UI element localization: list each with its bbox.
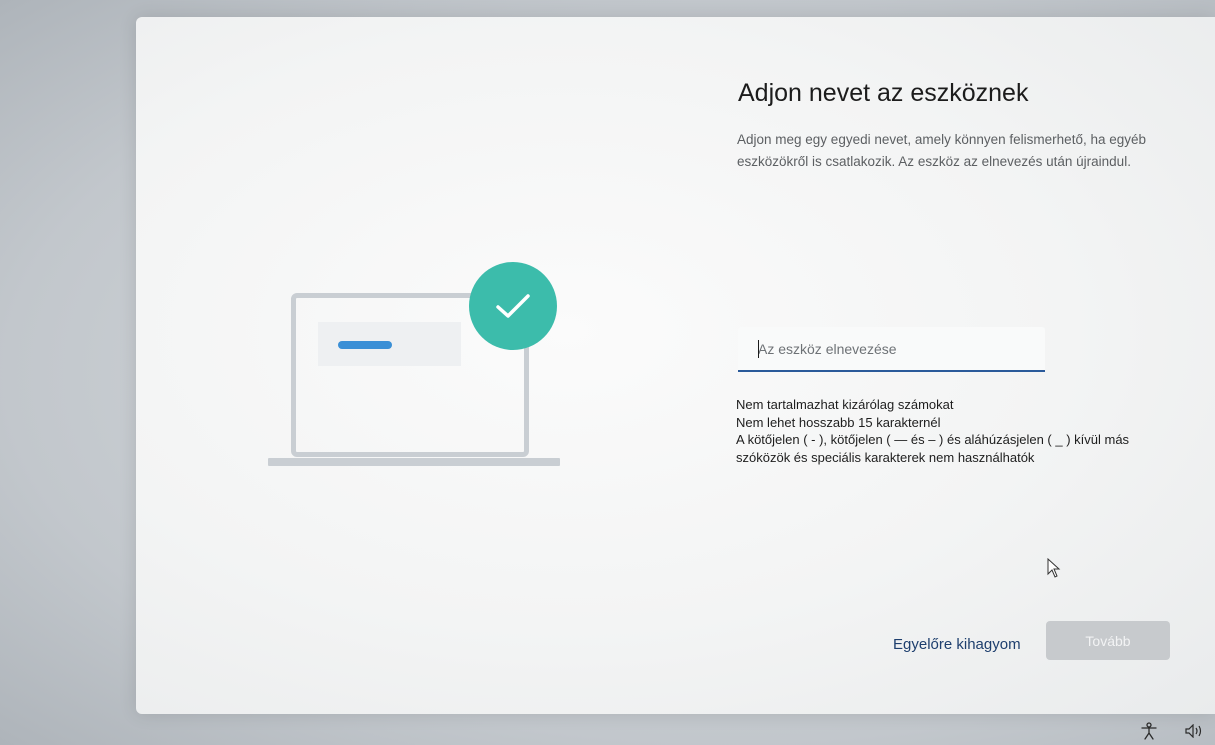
rule-item: A kötőjelen ( - ), kötőjelen ( — és – ) … bbox=[736, 432, 1130, 465]
mouse-pointer-icon bbox=[1047, 558, 1061, 578]
device-illustration bbox=[268, 262, 562, 472]
volume-icon[interactable] bbox=[1185, 724, 1205, 738]
page-title: Adjon nevet az eszköznek bbox=[738, 79, 1029, 107]
device-name-input[interactable] bbox=[738, 327, 1045, 372]
laptop-base-icon bbox=[268, 458, 560, 466]
rule-item: Nem tartalmazhat kizárólag számokat bbox=[736, 397, 954, 412]
checkmark-icon bbox=[469, 262, 557, 350]
accessibility-icon[interactable] bbox=[1141, 722, 1157, 740]
text-caret bbox=[758, 340, 759, 358]
laptop-progress-dash bbox=[338, 341, 392, 349]
page-description: Adjon meg egy egyedi nevet, amely könnye… bbox=[737, 132, 1147, 169]
skip-button[interactable]: Egyelőre kihagyom bbox=[893, 636, 1021, 653]
next-button[interactable]: Tovább bbox=[1046, 621, 1170, 660]
naming-rules: Nem tartalmazhat kizárólag számokat Nem … bbox=[736, 396, 1186, 466]
laptop-content-card bbox=[318, 322, 461, 366]
rule-item: Nem lehet hosszabb 15 karakternél bbox=[736, 414, 941, 430]
